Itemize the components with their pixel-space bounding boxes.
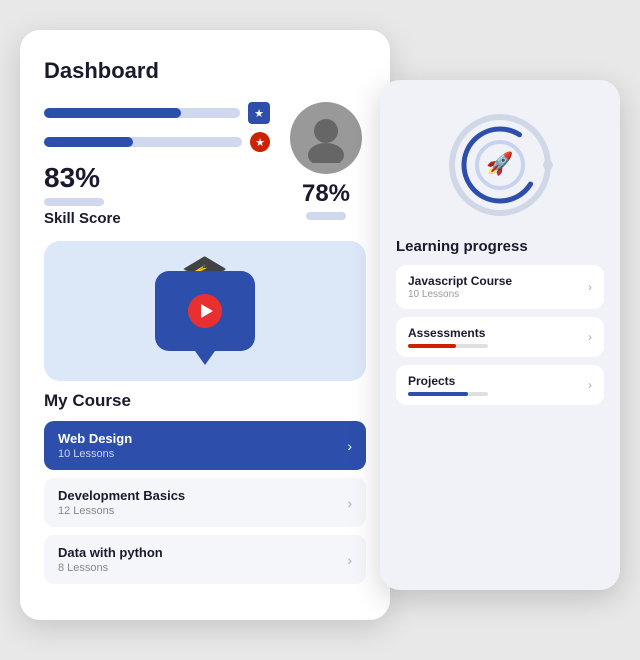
progress-bar-mini-2 xyxy=(408,392,488,396)
progress-item-left-1: Assessments xyxy=(408,326,488,348)
progress-bar-fill-1 xyxy=(408,344,456,348)
circular-progress: 🚀 xyxy=(445,110,555,220)
chevron-icon-2: › xyxy=(347,552,352,568)
avatar xyxy=(290,102,362,174)
progress-item-left-2: Projects xyxy=(408,374,488,396)
bar-fill-2 xyxy=(44,137,133,147)
dashboard-title: Dashboard xyxy=(44,58,366,84)
bar-fill-1 xyxy=(44,108,181,118)
course-info-2: Data with python 8 Lessons xyxy=(58,545,163,574)
course-lessons-2: 8 Lessons xyxy=(58,562,163,574)
progress-item-sub-0: 10 Lessons xyxy=(408,289,512,300)
chevron-sm-icon-2: › xyxy=(588,378,592,392)
stat-left-pct: 83% xyxy=(44,162,121,194)
progress-bar-mini-1 xyxy=(408,344,488,348)
badge-star-1: ★ xyxy=(248,102,270,124)
top-section: ★ ★ 83% Skill Score xyxy=(44,102,366,227)
play-button[interactable] xyxy=(188,294,222,328)
avatar-svg xyxy=(301,113,351,163)
course-item-0[interactable]: Web Design 10 Lessons › xyxy=(44,421,366,470)
learning-progress-label: Learning progress xyxy=(396,238,604,255)
course-item-2[interactable]: Data with python 8 Lessons › xyxy=(44,535,366,584)
stat-right-pct: 78% xyxy=(302,180,350,208)
course-name-1: Development Basics xyxy=(58,488,185,503)
main-card: Dashboard ★ ★ xyxy=(20,30,390,620)
course-illustration: 🎓 xyxy=(44,241,366,381)
progress-item-name-1: Assessments xyxy=(408,326,488,340)
progress-item-name-2: Projects xyxy=(408,374,488,388)
chevron-icon-1: › xyxy=(347,495,352,511)
chevron-sm-icon-1: › xyxy=(588,330,592,344)
progress-bar-fill-2 xyxy=(408,392,468,396)
speech-bubble xyxy=(155,271,255,351)
bar-track-1 xyxy=(44,108,240,118)
right-card: 🚀 Learning progress Javascript Course 10… xyxy=(380,80,620,590)
stat-left: 83% Skill Score xyxy=(44,162,121,227)
scene: Dashboard ★ ★ xyxy=(20,20,620,640)
circular-area: 🚀 xyxy=(396,100,604,230)
stat-left-sub xyxy=(44,198,104,206)
progress-item-2[interactable]: Projects › xyxy=(396,365,604,405)
bar-row-1: ★ xyxy=(44,102,270,124)
star-icon-1: ★ xyxy=(254,107,264,120)
progress-bars: ★ ★ 83% Skill Score xyxy=(44,102,270,227)
course-lessons-1: 12 Lessons xyxy=(58,505,185,517)
bar-row-2: ★ xyxy=(44,132,270,152)
chevron-sm-icon-0: › xyxy=(588,280,592,294)
skill-label: Skill Score xyxy=(44,210,121,227)
progress-item-0[interactable]: Javascript Course 10 Lessons › xyxy=(396,265,604,309)
progress-item-name-0: Javascript Course xyxy=(408,274,512,288)
star-icon-2: ★ xyxy=(255,136,265,149)
course-name-0: Web Design xyxy=(58,431,132,446)
course-info-0: Web Design 10 Lessons xyxy=(58,431,132,460)
stat-right-sub xyxy=(306,212,346,220)
stats-row: 83% Skill Score xyxy=(44,162,270,227)
course-info-1: Development Basics 12 Lessons xyxy=(58,488,185,517)
course-lessons-0: 10 Lessons xyxy=(58,448,132,460)
bar-track-2 xyxy=(44,137,242,147)
course-item-1[interactable]: Development Basics 12 Lessons › xyxy=(44,478,366,527)
play-triangle-icon xyxy=(201,304,213,318)
my-course-label: My Course xyxy=(44,391,366,411)
course-name-2: Data with python xyxy=(58,545,163,560)
badge-star-2: ★ xyxy=(250,132,270,152)
avatar-area: 78% xyxy=(286,102,366,227)
progress-item-left-0: Javascript Course 10 Lessons xyxy=(408,274,512,300)
circular-svg: 🚀 xyxy=(445,110,555,220)
svg-text:🚀: 🚀 xyxy=(486,151,513,176)
chevron-icon-0: › xyxy=(347,438,352,454)
progress-item-1[interactable]: Assessments › xyxy=(396,317,604,357)
